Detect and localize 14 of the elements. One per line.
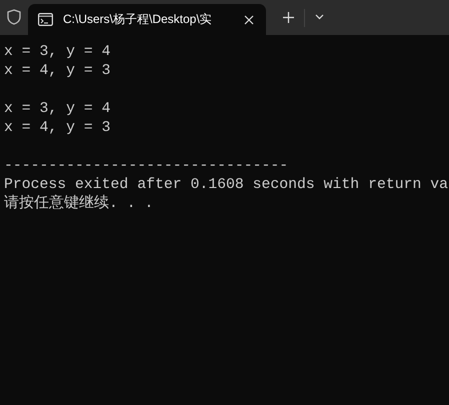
- close-icon[interactable]: [244, 14, 254, 24]
- console-line: --------------------------------: [4, 157, 288, 176]
- chevron-down-icon[interactable]: [315, 14, 324, 20]
- console-line: x = 4, y = 3: [4, 119, 111, 138]
- shield-icon[interactable]: [7, 9, 21, 25]
- console-line: x = 3, y = 4: [4, 100, 111, 119]
- new-tab-icon[interactable]: [283, 12, 294, 23]
- tab-title: C:\Users\杨子程\Desktop\实: [63, 11, 213, 28]
- terminal-tab[interactable]: C:\Users\杨子程\Desktop\实: [28, 4, 266, 35]
- console-line: 请按任意键继续. . .: [4, 195, 154, 214]
- console-line: x = 4, y = 3: [4, 62, 111, 81]
- console-line: Process exited after 0.1608 seconds with return va: [4, 176, 448, 194]
- console-line: x = 3, y = 4: [4, 43, 111, 62]
- terminal-icon: [38, 13, 53, 26]
